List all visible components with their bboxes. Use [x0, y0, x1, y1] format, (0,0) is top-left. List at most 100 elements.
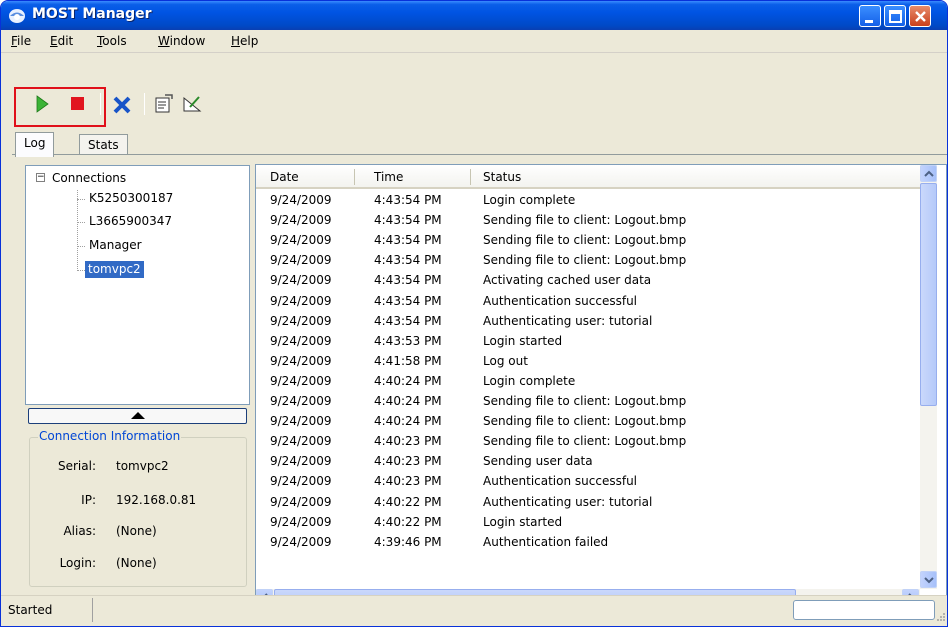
vertical-scrollbar[interactable]	[920, 165, 937, 589]
menu-window[interactable]: Window	[158, 33, 205, 50]
connection-info-group: Connection Information Serial: tomvpc2 I…	[29, 429, 247, 587]
log-row[interactable]: 9/24/2009 4:40:23 PM Sending file to clien…	[256, 431, 920, 451]
window-title: MOST Manager	[32, 6, 152, 22]
stop-button[interactable]	[66, 93, 88, 115]
log-row[interactable]: 9/24/2009 4:43:53 PM Login started	[256, 331, 920, 351]
log-date: 9/24/2009	[270, 313, 332, 328]
log-date: 9/24/2009	[270, 394, 332, 408]
column-header-date[interactable]: Date	[270, 170, 299, 184]
minimize-button[interactable]	[859, 5, 881, 27]
log-status: Sending file to client: Logout.bmp	[483, 434, 687, 449]
log-row[interactable]: 9/24/2009 4:40:24 PM Sending file to clien…	[256, 391, 920, 411]
tree-item-manager[interactable]: Manager	[86, 237, 145, 254]
log-row[interactable]: 9/24/2009 4:40:23 PM Sending user data	[256, 451, 920, 471]
alias-label: Alias:	[63, 524, 96, 538]
up-arrow-icon	[131, 412, 145, 419]
log-row[interactable]: 9/24/2009 4:43:54 PM Activating cached use…	[256, 270, 920, 290]
tree-item-tomvpc2[interactable]: tomvpc2	[85, 261, 144, 278]
log-row[interactable]: 9/24/2009 4:40:22 PM Login started	[256, 512, 920, 532]
log-time: 4:43:54 PM	[374, 233, 442, 248]
log-status: Authentication failed	[483, 534, 609, 549]
tree-connector	[77, 270, 85, 271]
status-bar: Started	[1, 595, 947, 626]
log-status: Login complete	[483, 373, 576, 388]
edit-tool-icon	[183, 96, 202, 112]
tree-connector	[77, 222, 85, 223]
log-time: 4:43:54 PM	[374, 213, 442, 228]
title-bar[interactable]: MOST Manager	[1, 1, 947, 30]
menu-help[interactable]: Help	[231, 33, 258, 50]
log-row[interactable]: 9/24/2009 4:43:54 PM Sending file to clien…	[256, 230, 920, 250]
column-divider[interactable]	[354, 169, 355, 185]
log-status: Login complete	[483, 193, 576, 207]
resize-grip-icon[interactable]	[935, 611, 947, 623]
log-status: Login started	[483, 514, 563, 529]
log-status: Sending file to client: Logout.bmp	[483, 253, 687, 268]
log-row[interactable]: 9/24/2009 4:43:54 PM Authenticating user: …	[256, 311, 920, 331]
log-row[interactable]: 9/24/2009 4:40:24 PM Sending file to clien…	[256, 411, 920, 431]
log-status: Authentication successful	[483, 293, 638, 308]
log-row[interactable]: 9/24/2009 4:41:58 PM Log out	[256, 351, 920, 371]
log-time: 4:43:54 PM	[374, 253, 442, 268]
log-row[interactable]: 9/24/2009 4:43:54 PM Sending file to clien…	[256, 250, 920, 270]
log-row[interactable]: 9/24/2009 4:40:22 PM Authenticating user: …	[256, 492, 920, 512]
log-time: 4:43:54 PM	[374, 193, 442, 207]
ip-label: IP:	[81, 493, 96, 507]
ip-value: 192.168.0.81	[116, 493, 197, 507]
highlight-box	[14, 87, 106, 127]
log-status: Activating cached user data	[483, 273, 652, 288]
maximize-button[interactable]	[884, 5, 906, 27]
log-date: 9/24/2009	[270, 213, 332, 228]
log-date: 9/24/2009	[270, 373, 332, 388]
log-row[interactable]: 9/24/2009 4:40:24 PM Login complete	[256, 371, 920, 391]
log-date: 9/24/2009	[270, 333, 332, 348]
log-row[interactable]: 9/24/2009 4:40:23 PM Authentication succes…	[256, 471, 920, 491]
log-date: 9/24/2009	[270, 293, 332, 308]
alias-value: (None)	[116, 524, 157, 538]
minimize-icon	[865, 20, 873, 23]
vertical-scroll-thumb[interactable]	[920, 183, 937, 406]
log-status: Authentication successful	[483, 474, 638, 489]
menu-file[interactable]: File	[11, 33, 31, 50]
log-status: Sending file to client: Logout.bmp	[483, 394, 687, 408]
log-list[interactable]: Date Time Status 9/24/2009 4:43:54 PM Logi…	[255, 164, 947, 603]
login-label: Login:	[59, 556, 96, 570]
log-date: 9/24/2009	[270, 474, 332, 489]
edit-tool-button[interactable]	[181, 93, 203, 115]
scroll-down-button[interactable]	[920, 571, 937, 588]
panel-splitter-button[interactable]	[28, 408, 247, 424]
column-divider[interactable]	[470, 169, 471, 185]
tab-stats[interactable]: Stats	[79, 134, 128, 156]
properties-icon	[155, 94, 173, 113]
log-row[interactable]: 9/24/2009 4:43:54 PM Login complete	[256, 190, 920, 210]
tree-item-l3665900347[interactable]: L3665900347	[86, 213, 175, 230]
log-date: 9/24/2009	[270, 414, 332, 429]
log-row[interactable]: 9/24/2009 4:43:54 PM Authentication succes…	[256, 291, 920, 311]
menu-edit[interactable]: Edit	[50, 33, 73, 50]
collapse-icon[interactable]: −	[36, 173, 45, 182]
log-status: Login started	[483, 333, 563, 348]
log-date: 9/24/2009	[270, 454, 332, 469]
log-date: 9/24/2009	[270, 434, 332, 449]
toolbar-separator	[144, 93, 145, 115]
tree-root-label: Connections	[52, 171, 127, 185]
start-button[interactable]	[31, 93, 53, 115]
tree-item-k5250300187[interactable]: K5250300187	[86, 190, 176, 207]
log-row[interactable]: 9/24/2009 4:43:54 PM Sending file to clien…	[256, 210, 920, 230]
menu-tools[interactable]: Tools	[97, 33, 127, 50]
log-time: 4:43:53 PM	[374, 333, 442, 348]
connection-info-legend: Connection Information	[38, 429, 182, 443]
log-time: 4:43:54 PM	[374, 313, 442, 328]
connections-tree[interactable]: − Connections K5250300187 L3665900347 Ma…	[25, 165, 250, 405]
serial-value: tomvpc2	[116, 459, 169, 473]
log-time: 4:40:23 PM	[374, 434, 442, 449]
tab-log[interactable]: Log	[15, 132, 55, 157]
scroll-up-button[interactable]	[920, 165, 937, 182]
log-status: Sending file to client: Logout.bmp	[483, 233, 687, 248]
column-header-time[interactable]: Time	[374, 170, 403, 184]
column-header-status[interactable]: Status	[483, 170, 521, 184]
delete-button[interactable]	[111, 94, 133, 116]
close-button[interactable]	[909, 5, 931, 27]
log-row[interactable]: 9/24/2009 4:39:46 PM Authentication failed	[256, 532, 920, 552]
properties-button[interactable]	[152, 93, 174, 115]
